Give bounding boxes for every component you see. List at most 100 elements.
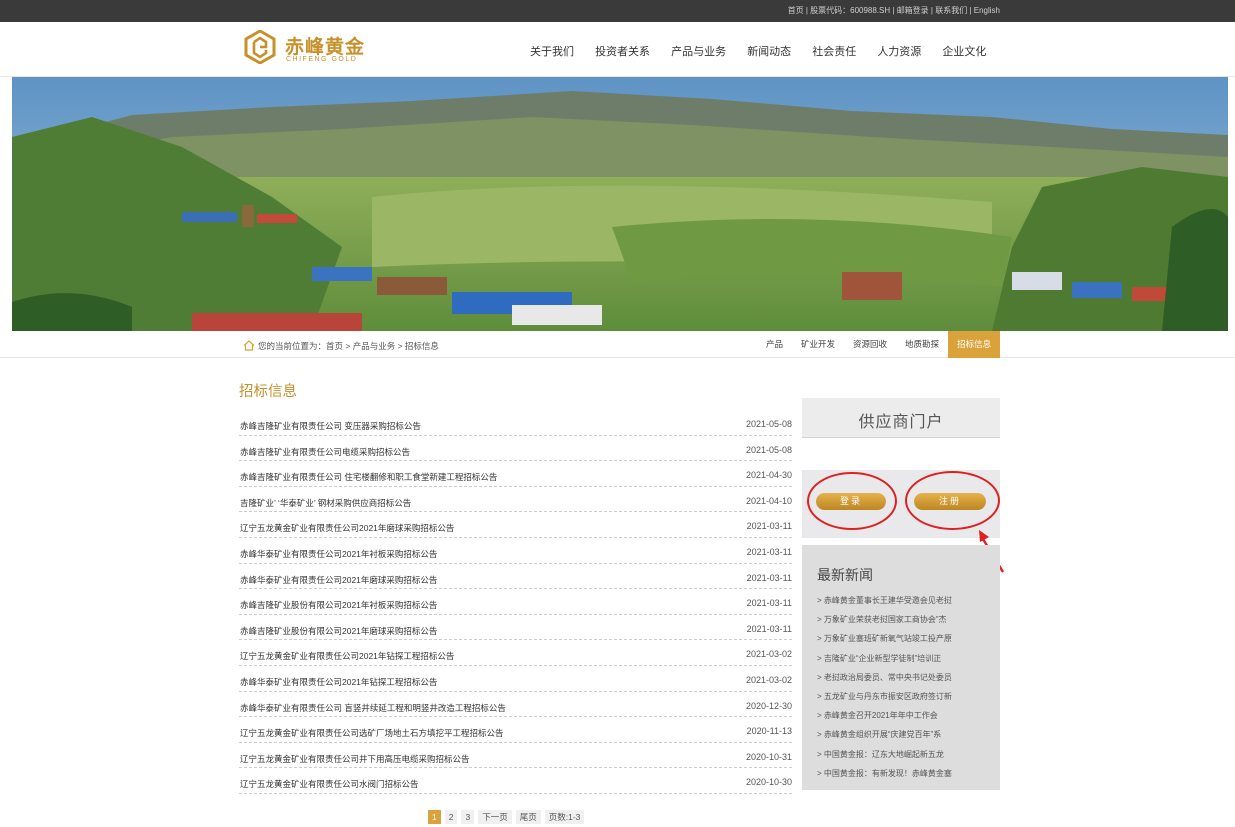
- breadcrumb: 您的当前位置为：首页 > 产品与业务 > 招标信息: [243, 340, 439, 352]
- tender-title[interactable]: 赤峰吉隆矿业有限责任公司电缆采购招标公告: [240, 446, 410, 458]
- tender-date: 2020-10-30: [745, 777, 792, 788]
- tender-title[interactable]: 辽宁五龙黄金矿业有限责任公司水阀门招标公告: [240, 778, 419, 790]
- latest-news-list: > 赤峰黄金董事长王建华受邀会见老挝 > 万象矿业荣获老挝国家工商协会”杰 > …: [817, 591, 995, 783]
- top-utility-bar: 首页 | 股票代码：600988.SH | 邮箱登录 | 联系我们 | Engl…: [0, 0, 1235, 22]
- latest-news-panel: 最新新闻 > 赤峰黄金董事长王建华受邀会见老挝 > 万象矿业荣获老挝国家工商协会…: [802, 545, 1000, 790]
- nav-culture[interactable]: 企业文化: [942, 43, 986, 59]
- subnav-recycling[interactable]: 资源回收: [844, 331, 896, 358]
- nav-hr[interactable]: 人力资源: [877, 43, 921, 59]
- supplier-portal-title: 供应商门户: [858, 414, 944, 431]
- latest-news-title: 最新新闻: [817, 567, 873, 583]
- news-item[interactable]: > 吉隆矿业“企业新型学徒制”培训正: [817, 649, 995, 668]
- tender-title[interactable]: 辽宁五龙黄金矿业有限责任公司选矿厂场地土石方填挖平工程招标公告: [240, 727, 504, 739]
- banner-image: [12, 77, 1228, 331]
- logo-mark-icon: [244, 30, 276, 64]
- nav-news[interactable]: 新闻动态: [747, 43, 791, 59]
- news-item[interactable]: > 中国黄金报：有新发现！赤峰黄金塞: [817, 764, 995, 783]
- news-item[interactable]: > 老挝政治局委员、常中央书记处委员: [817, 668, 995, 687]
- english-link[interactable]: English: [974, 6, 1000, 15]
- list-item[interactable]: 赤峰吉隆矿业有限责任公司 变压器采购招标公告 2021-05-08: [239, 410, 792, 436]
- list-item[interactable]: 辽宁五龙黄金矿业有限责任公司水阀门招标公告 2020-10-30: [239, 768, 792, 794]
- next-page-button[interactable]: 下一页: [478, 810, 512, 824]
- news-item[interactable]: > 中国黄金报：辽东大地崛起新五龙: [817, 745, 995, 764]
- logo[interactable]: 赤峰黄金 CHIFENG GOLD: [243, 30, 393, 70]
- breadcrumb-prefix: 您的当前位置为：: [258, 341, 327, 351]
- list-item[interactable]: 赤峰吉隆矿业有限责任公司电缆采购招标公告 2021-05-08: [239, 436, 792, 462]
- register-highlight-circle: [905, 471, 1000, 530]
- news-item[interactable]: > 五龙矿业与丹东市振安区政府签订新: [817, 687, 995, 706]
- tender-title[interactable]: 赤峰吉隆矿业有限责任公司 住宅楼翻修和职工食堂新建工程招标公告: [240, 471, 497, 483]
- mine-landscape-illustration: [12, 77, 1228, 331]
- tender-date: 2021-05-08: [745, 444, 792, 455]
- list-item[interactable]: 赤峰吉隆矿业股份有限公司2021年衬板采购招标公告 2021-03-11: [239, 589, 792, 615]
- tender-title[interactable]: 赤峰吉隆矿业股份有限公司2021年衬板采购招标公告: [240, 599, 437, 611]
- breadcrumb-path[interactable]: 首页 > 产品与业务 > 招标信息: [326, 341, 439, 351]
- list-item[interactable]: 赤峰华泰矿业有限责任公司2021年磨球采购招标公告 2021-03-11: [239, 564, 792, 590]
- page-1-button[interactable]: 1: [428, 810, 441, 824]
- tender-title[interactable]: 辽宁五龙黄金矿业有限责任公司2021年钻探工程招标公告: [240, 650, 454, 662]
- tender-date: 2021-03-02: [745, 649, 792, 660]
- tender-date: 2021-04-30: [745, 470, 792, 481]
- tender-title[interactable]: 赤峰华泰矿业有限责任公司2021年磨球采购招标公告: [240, 574, 437, 586]
- tender-date: 2021-04-10: [745, 495, 792, 506]
- subnav-products[interactable]: 产品: [757, 331, 792, 358]
- tender-title[interactable]: 赤峰吉隆矿业股份有限公司2021年磨球采购招标公告: [240, 625, 437, 637]
- news-item[interactable]: > 赤峰黄金组织开展“庆建党百年”系: [817, 725, 995, 744]
- pagination: 1 2 3 下一页 尾页 页数:1-3: [428, 810, 588, 824]
- tender-date: 2021-03-02: [745, 674, 792, 685]
- nav-about[interactable]: 关于我们: [530, 43, 574, 59]
- tender-date: 2020-10-31: [745, 751, 792, 762]
- nav-products[interactable]: 产品与业务: [671, 43, 726, 59]
- home-icon: [243, 340, 255, 351]
- contact-link[interactable]: 联系我们: [935, 6, 967, 15]
- news-item[interactable]: > 万象矿业塞班矿新氧气站竣工投产原: [817, 629, 995, 648]
- list-item[interactable]: 赤峰华泰矿业有限责任公司2021年钻探工程招标公告 2021-03-02: [239, 666, 792, 692]
- subnav-tenders[interactable]: 招标信息: [948, 331, 1001, 358]
- list-item[interactable]: 赤峰吉隆矿业有限责任公司 住宅楼翻修和职工食堂新建工程招标公告 2021-04-3…: [239, 461, 792, 487]
- tender-title[interactable]: 辽宁五龙黄金矿业有限责任公司井下用高压电缆采购招标公告: [240, 753, 470, 765]
- page-count: 页数:1-3: [544, 810, 585, 824]
- tender-date: 2021-03-11: [746, 598, 792, 609]
- subnav-exploration[interactable]: 地质勘探: [896, 331, 948, 358]
- logo-english-text: CHIFENG GOLD: [286, 56, 358, 63]
- sub-nav: 产品 矿业开发 资源回收 地质勘探 招标信息: [757, 331, 1001, 358]
- tender-title[interactable]: 赤峰华泰矿业有限责任公司2021年钻探工程招标公告: [240, 676, 437, 688]
- tender-title[interactable]: 吉隆矿业’ ‘华泰矿业’ 钢材采购供应商招标公告: [240, 497, 411, 509]
- news-item[interactable]: > 赤峰黄金召开2021年年中工作会: [817, 706, 995, 725]
- main-nav: 关于我们 投资者关系 产品与业务 新闻动态 社会责任 人力资源 企业文化: [530, 43, 1004, 59]
- login-highlight-circle: [807, 472, 897, 530]
- home-link[interactable]: 首页: [788, 6, 804, 15]
- tender-list: 赤峰吉隆矿业有限责任公司 变压器采购招标公告 2021-05-08 赤峰吉隆矿业有…: [239, 410, 792, 794]
- list-item[interactable]: 赤峰华泰矿业有限责任公司2021年衬板采购招标公告 2021-03-11: [239, 538, 792, 564]
- news-item[interactable]: > 赤峰黄金董事长王建华受邀会见老挝: [817, 591, 995, 610]
- site-header: 赤峰黄金 CHIFENG GOLD 关于我们 投资者关系 产品与业务 新闻动态 …: [0, 22, 1235, 77]
- list-item[interactable]: 赤峰吉隆矿业股份有限公司2021年磨球采购招标公告 2021-03-11: [239, 615, 792, 641]
- tender-title[interactable]: 辽宁五龙黄金矿业有限责任公司2021年磨球采购招标公告: [240, 522, 454, 534]
- page-2-button[interactable]: 2: [444, 810, 458, 824]
- list-item[interactable]: 吉隆矿业’ ‘华泰矿业’ 钢材采购供应商招标公告 2021-04-10: [239, 487, 792, 513]
- tender-title[interactable]: 赤峰吉隆矿业有限责任公司 变压器采购招标公告: [240, 420, 421, 432]
- last-page-button[interactable]: 尾页: [515, 810, 541, 824]
- tender-date: 2021-03-11: [746, 546, 792, 557]
- news-item[interactable]: > 万象矿业荣获老挝国家工商协会”杰: [817, 610, 995, 629]
- tender-date: 2021-03-11: [746, 623, 792, 634]
- subnav-mining[interactable]: 矿业开发: [792, 331, 844, 358]
- page-3-button[interactable]: 3: [461, 810, 475, 824]
- tender-title[interactable]: 赤峰华泰矿业有限责任公司 盲竖井续延工程和明竖井改造工程招标公告: [240, 702, 506, 714]
- nav-investors[interactable]: 投资者关系: [595, 43, 650, 59]
- tender-date: 2021-03-11: [746, 521, 792, 532]
- list-item[interactable]: 辽宁五龙黄金矿业有限责任公司2021年钻探工程招标公告 2021-03-02: [239, 640, 792, 666]
- list-item[interactable]: 辽宁五龙黄金矿业有限责任公司2021年磨球采购招标公告 2021-03-11: [239, 512, 792, 538]
- supplier-portal-header: 供应商门户: [802, 398, 1000, 438]
- list-item[interactable]: 赤峰华泰矿业有限责任公司 盲竖井续延工程和明竖井改造工程招标公告 2020-12-…: [239, 692, 792, 718]
- nav-responsibility[interactable]: 社会责任: [812, 43, 856, 59]
- tender-date: 2020-11-13: [746, 726, 792, 737]
- tender-date: 2020-12-30: [745, 700, 792, 711]
- list-item[interactable]: 辽宁五龙黄金矿业有限责任公司选矿厂场地土石方填挖平工程招标公告 2020-11-1…: [239, 717, 792, 743]
- page-title: 招标信息: [239, 384, 297, 400]
- tender-date: 2021-05-08: [745, 419, 792, 429]
- stock-code: 股票代码：600988.SH: [810, 6, 891, 15]
- mail-login-link[interactable]: 邮箱登录: [897, 6, 929, 15]
- tender-title[interactable]: 赤峰华泰矿业有限责任公司2021年衬板采购招标公告: [240, 548, 437, 560]
- list-item[interactable]: 辽宁五龙黄金矿业有限责任公司井下用高压电缆采购招标公告 2020-10-31: [239, 743, 792, 769]
